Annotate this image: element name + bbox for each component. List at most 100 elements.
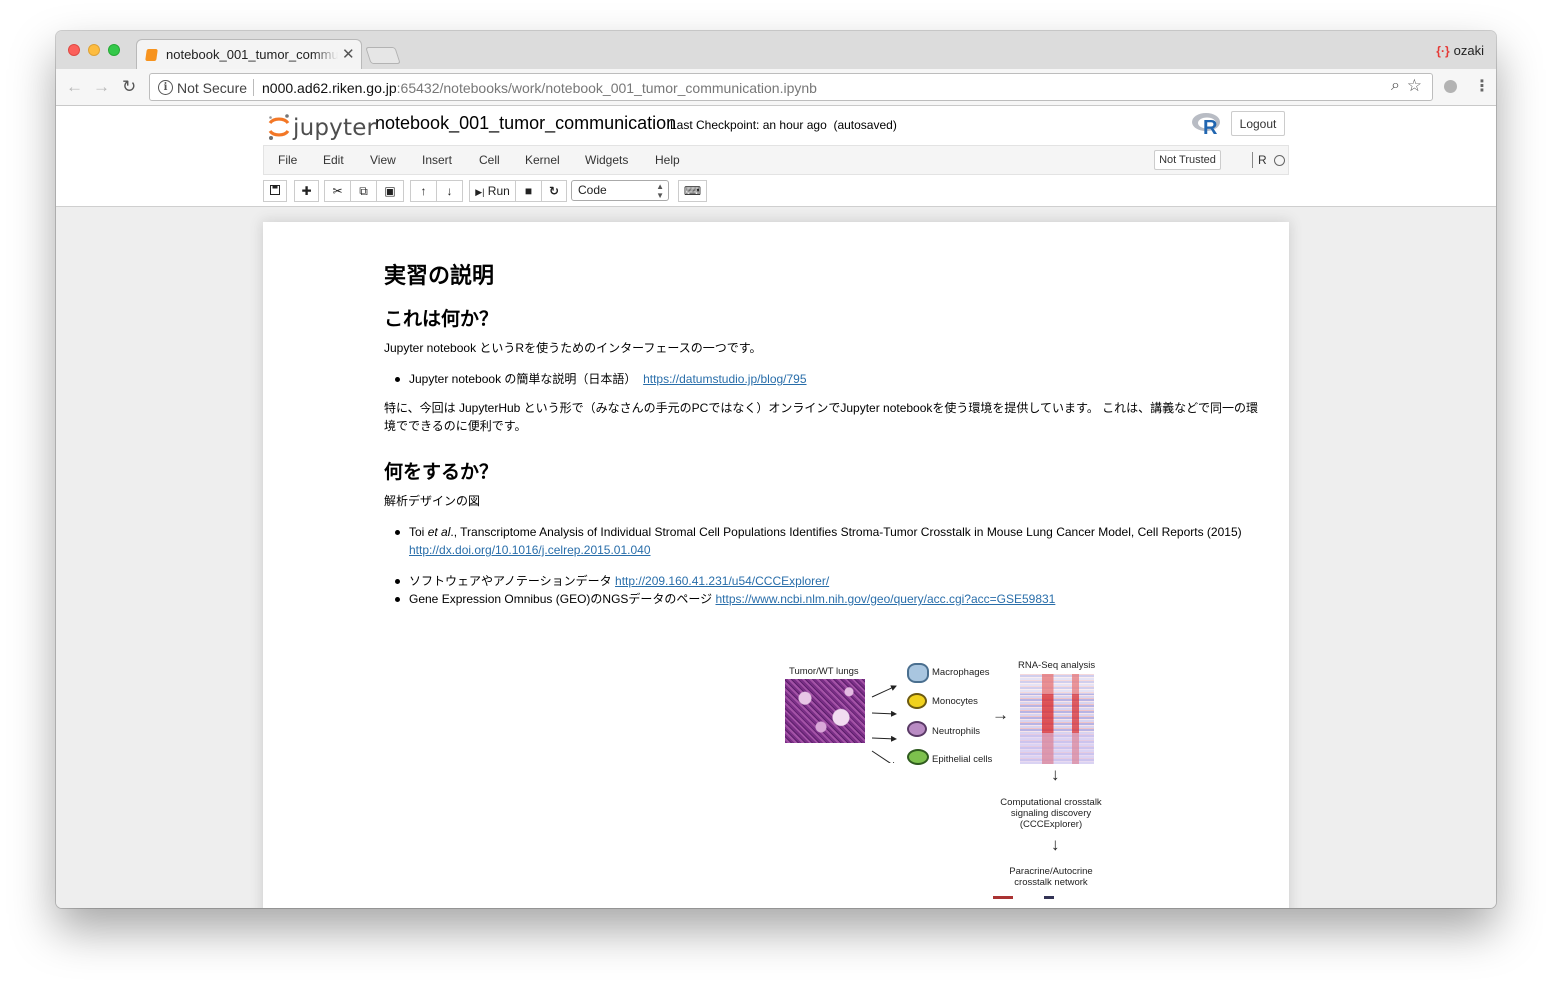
menu-bar: File Edit View Insert Cell Kernel Widget… [263,145,1289,175]
intro-paragraph: Jupyter notebook というRを使うためのインターフェースの一つです… [384,341,762,355]
epithelial-cell-icon [907,749,929,765]
cell-type-select[interactable]: Code ▲ ▼ [571,180,669,201]
info-icon[interactable]: i [158,80,173,95]
heatmap-overlay-bottom [1020,733,1094,764]
list-item-software: ソフトウェアやアノテーションデータ http://209.160.41.231/… [395,572,1259,590]
notebook-container: 実習の説明 これは何か？ Jupyter notebook というRを使うための… [263,222,1289,908]
cut-icon: ✂ [332,184,343,198]
address-separator [253,79,254,96]
menu-kernel[interactable]: Kernel [525,153,560,167]
notebook-favicon-icon [145,49,158,61]
jupyter-logo[interactable]: jupyter [265,111,376,143]
url-host: n000.ad62.riken.go.jp [262,80,397,96]
command-palette-button[interactable]: ⌨ [678,180,707,202]
not-trusted-button[interactable]: Not Trusted [1154,150,1221,170]
paste-icon: ▣ [384,184,396,198]
tab-close-icon[interactable]: ✕ [342,45,355,63]
copy-button[interactable]: ⧉ [350,180,377,202]
menu-view[interactable]: View [370,153,396,167]
step-crosstalk-discovery: Computational crosstalk signaling discov… [986,797,1116,830]
heading-what-is-this: これは何か？ [384,309,499,330]
restart-icon: ↻ [548,184,560,198]
restart-button[interactable]: ↻ [541,180,567,202]
step2-line1: Paracrine/Autocrine [1009,866,1093,877]
network-preview-node [1044,896,1054,899]
menu-edit[interactable]: Edit [323,153,344,167]
menu-insert[interactable]: Insert [422,153,452,167]
list-item-reference: Toi et al., Transcriptome Analysis of In… [395,523,1259,559]
back-arrow-icon[interactable]: ← [66,77,83,97]
window-minimize-button[interactable] [88,44,100,56]
url-text[interactable]: n000.ad62.riken.go.jp:65432/notebooks/wo… [262,80,817,96]
security-label[interactable]: Not Secure [177,80,247,96]
neutrophil-icon [907,721,927,737]
reload-icon[interactable]: ↻ [122,77,136,97]
notebook-name[interactable]: notebook_001_tumor_communication [375,113,676,134]
extension-icon[interactable] [1444,80,1457,93]
macrophage-icon [907,663,929,683]
jupyter-header: jupyter notebook_001_tumor_communication… [56,106,1496,207]
step-crosstalk-network: Paracrine/Autocrine crosstalk network [986,866,1116,888]
rnaseq-label: RNA-Seq analysis [1018,660,1096,671]
star-icon[interactable]: ☆ [1407,76,1422,96]
logout-button[interactable]: Logout [1231,111,1285,136]
profile-button[interactable]: {·} ozaki [1436,43,1484,58]
software-text: ソフトウェアやアノテーションデータ [409,574,616,588]
window-close-button[interactable] [68,44,80,56]
to-rnaseq-arrow-icon: → [992,705,1009,724]
copy-icon: ⧉ [359,184,368,198]
new-tab-button[interactable] [365,47,401,64]
list-item-geo: Gene Expression Omnibus (GEO)のNGSデータのページ… [395,590,1259,608]
kernel-separator [1252,152,1253,168]
ref-etal: et al [427,525,451,539]
add-cell-button[interactable]: ✚ [294,180,319,202]
address-bar[interactable]: i Not Secure n000.ad62.riken.go.jp:65432… [149,73,1433,101]
stop-button[interactable]: ■ [515,180,542,202]
menu-file[interactable]: File [278,153,297,167]
heatmap-overlay-top [1020,674,1094,694]
window-maximize-button[interactable] [108,44,120,56]
notebook-area[interactable]: 実習の説明 これは何か？ Jupyter notebook というRを使うための… [56,207,1496,908]
profile-icon: {·} [1436,44,1450,58]
sorting-arrows-icon [871,685,897,763]
ref-text: ., Transcriptome Analysis of Individual … [450,525,1242,539]
down-arrow-2-icon: ↓ [1051,835,1060,854]
stop-icon: ■ [524,184,533,198]
profile-name: ozaki [1453,43,1484,58]
select-arrows-icon: ▲ ▼ [656,182,664,200]
save-button[interactable] [263,180,287,202]
software-link[interactable]: http://209.160.41.231/u54/CCCExplorer/ [615,574,829,588]
browser-tab[interactable]: notebook_001_tumor_communication ✕ [136,39,362,70]
move-down-icon: ↓ [446,184,453,198]
step1-line1: Computational crosstalk [1000,797,1102,808]
geo-text: Gene Expression Omnibus (GEO)のNGSデータのページ [409,592,716,606]
forward-arrow-icon[interactable]: → [93,77,110,97]
move-up-button[interactable]: ↑ [410,180,437,202]
cell-label-macrophages: Macrophages [932,667,990,678]
analysis-design-figure: Tumor/WT lungs Macrophages Monocytes Neu… [774,653,1104,908]
menu-cell[interactable]: Cell [479,153,500,167]
geo-link[interactable]: https://www.ncbi.nlm.nih.gov/geo/query/a… [716,592,1056,606]
monocyte-icon [907,693,927,709]
checkpoint-text: Last Checkpoint: an hour ago [670,118,827,132]
menu-icon[interactable]: ⋮ [1474,76,1490,96]
cut-button[interactable]: ✂ [324,180,351,202]
paste-button[interactable]: ▣ [376,180,404,202]
jupyter-logo-icon [268,114,290,140]
menu-help[interactable]: Help [655,153,680,167]
kernel-name: R [1258,153,1267,167]
menu-widgets[interactable]: Widgets [585,153,628,167]
cell-label-epithelial: Epithelial cells [932,754,993,765]
guide-link[interactable]: https://datumstudio.jp/blog/795 [643,372,806,386]
run-label: Run [487,184,510,198]
browser-toolbar: ← → ↻ i Not Secure n000.ad62.riken.go.jp… [56,69,1496,106]
move-down-button[interactable]: ↓ [436,180,463,202]
zoom-icon[interactable]: ⌕ [1391,77,1400,95]
environment-paragraph: 特に、今回は JupyterHub という形で（みなさんの手元のPCではなく）オ… [384,401,1258,433]
guide-text: Jupyter notebook の簡単な説明（日本語） [409,372,637,386]
network-preview-bar [993,896,1013,899]
run-button[interactable]: ▶| Run [469,180,516,202]
tab-title: notebook_001_tumor_communication [166,47,338,62]
ref-link[interactable]: http://dx.doi.org/10.1016/j.celrep.2015.… [409,543,651,557]
tissue-label: Tumor/WT lungs [789,666,859,677]
